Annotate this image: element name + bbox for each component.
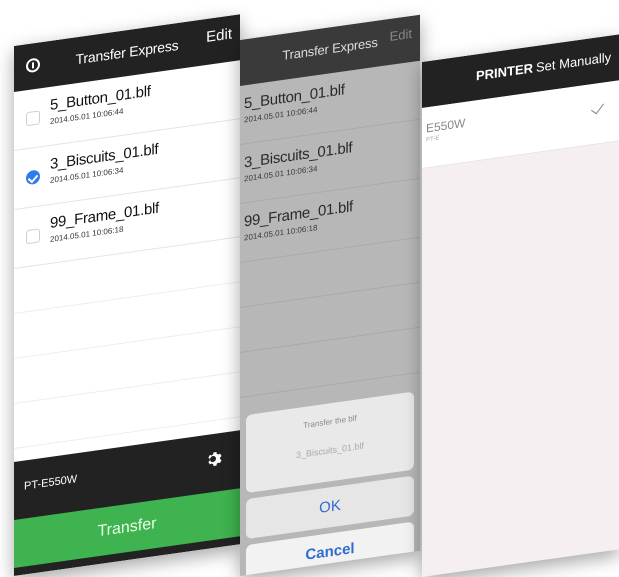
bottom-bar: PT-E550W Transfer: [14, 430, 240, 576]
sheet-title: Transfer the blf: [303, 413, 357, 431]
file-list: 5_Button_01.blf 2014.05.01 10:06:44 3_Bi…: [14, 60, 240, 449]
app-showcase: Transfer Express Edit 5_Button_01.blf 20…: [0, 0, 619, 577]
tab-printer[interactable]: PRINTER: [476, 60, 533, 83]
checkmark-icon: [590, 100, 605, 115]
sheet-file: 3_Biscuits_01.blf: [295, 440, 365, 461]
confirm-transfer-screen: Transfer Express Edit 5_Button_01.blf 20…: [240, 14, 420, 577]
printer-name: PT-E550W: [24, 473, 78, 493]
transfer-button[interactable]: Transfer: [14, 488, 240, 568]
file-list-screen: Transfer Express Edit 5_Button_01.blf 20…: [14, 14, 240, 576]
gear-icon[interactable]: [204, 449, 222, 470]
tab-set-manually[interactable]: Set Manually: [536, 49, 611, 75]
printer-model: E550W: [426, 115, 466, 136]
action-sheet: Transfer the blf 3_Biscuits_01.blf: [246, 391, 414, 494]
file-list: 5_Button_01.blf 2014.05.01 10:06:44 3_Bi…: [240, 60, 420, 398]
checkbox-checked[interactable]: [26, 169, 40, 186]
edit-button[interactable]: Edit: [390, 26, 412, 44]
printer-sub: PT-E: [426, 135, 440, 144]
checkbox[interactable]: [26, 228, 40, 245]
checkbox[interactable]: [26, 110, 40, 127]
edit-button[interactable]: Edit: [206, 25, 232, 46]
printer-select-screen: PRINTER Set Manually E550W PT-E: [422, 34, 619, 577]
